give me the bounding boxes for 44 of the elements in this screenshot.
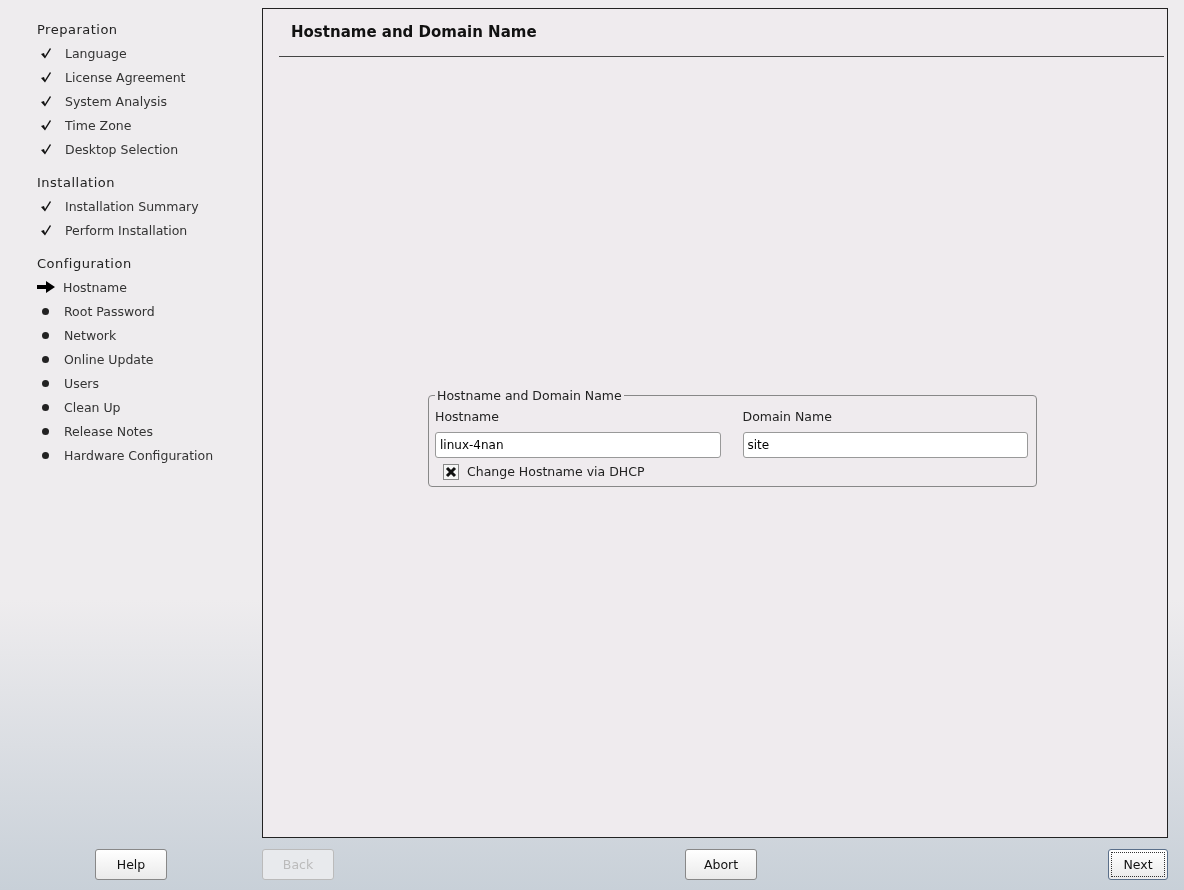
step-label: Network	[64, 327, 117, 343]
field-label: Hostname	[435, 408, 500, 424]
step-label: License Agreement	[65, 69, 186, 85]
checkmark-icon	[40, 47, 52, 59]
checkbox-label: Change Hostname via DHCP	[467, 464, 645, 479]
checkmark-icon	[40, 119, 52, 131]
step-label: Desktop Selection	[65, 141, 179, 157]
abort-button[interactable]: Abort	[685, 848, 757, 880]
text-field[interactable]: site	[742, 431, 1028, 458]
field-label: Domain Name	[742, 408, 833, 424]
step-label: Users	[64, 375, 99, 391]
bullet-icon	[42, 331, 49, 339]
checkbox[interactable]	[443, 463, 459, 480]
checkmark-icon	[40, 71, 52, 83]
text-field[interactable]: linux-4nan	[435, 431, 721, 458]
checkmark-icon	[40, 224, 52, 236]
checkmark-icon	[40, 200, 52, 212]
step-label: Hostname	[63, 279, 127, 295]
section-heading: Installation	[37, 175, 116, 190]
group-title: Hostname and Domain Name	[436, 387, 623, 403]
arrow-icon	[37, 281, 55, 293]
section-heading: Preparation	[37, 22, 119, 37]
step-label: Hardware Configuration	[64, 447, 214, 463]
bullet-icon	[42, 307, 49, 315]
bullet-icon	[42, 355, 49, 363]
step-label: Time Zone	[65, 117, 132, 133]
bullet-icon	[42, 379, 49, 387]
next-button[interactable]: Next	[1108, 848, 1168, 880]
step-label: Release Notes	[64, 423, 153, 439]
bullet-icon	[42, 403, 49, 411]
bullet-icon	[42, 451, 49, 459]
step-label: Root Password	[64, 303, 155, 319]
step-label: Online Update	[64, 351, 154, 367]
page-title: Hostname and Domain Name	[291, 23, 538, 41]
step-label: Installation Summary	[65, 198, 199, 214]
step-label: System Analysis	[65, 93, 168, 109]
step-label: Perform Installation	[65, 222, 188, 238]
step-label: Clean Up	[64, 399, 121, 415]
checkmark-icon	[40, 143, 52, 155]
section-heading: Configuration	[37, 256, 133, 271]
checkmark-icon	[40, 95, 52, 107]
bullet-icon	[42, 427, 49, 435]
help-button[interactable]: Help	[95, 848, 167, 880]
step-label: Language	[65, 45, 127, 61]
